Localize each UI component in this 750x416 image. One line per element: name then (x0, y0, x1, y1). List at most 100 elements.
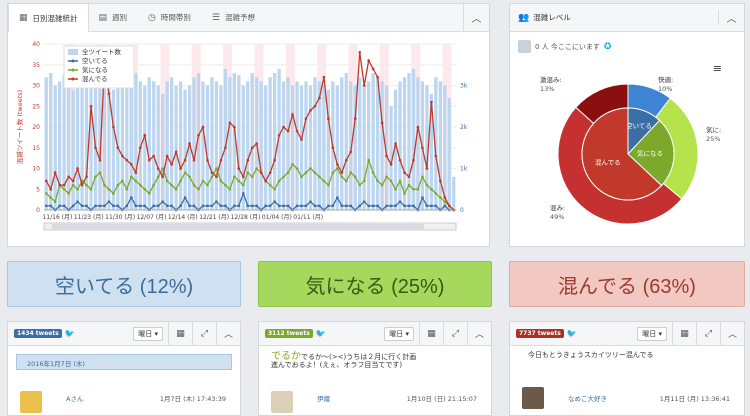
expand-icon[interactable]: ⤢ (192, 321, 216, 346)
series-point (161, 175, 164, 179)
series-point (344, 179, 348, 183)
tab-weekly[interactable]: ▤ 週別 (89, 4, 139, 31)
series-point (430, 204, 433, 208)
pie-outer-label: 気に: (706, 125, 721, 134)
tab-daily[interactable]: ▦ 日別混雑統計 (8, 4, 89, 32)
series-point (152, 154, 156, 158)
collapse-chevron-icon[interactable]: ︿ (216, 321, 240, 346)
series-point (434, 192, 438, 195)
series-point (371, 171, 375, 174)
series-point (192, 158, 196, 162)
series-point (322, 75, 326, 79)
bar-total (192, 77, 196, 210)
series-point (62, 183, 66, 187)
tweet-time: 1月7日 (木) 17:43:39 (159, 395, 226, 403)
series-point (403, 171, 406, 174)
series-point (170, 183, 173, 187)
series-point (98, 204, 102, 208)
collapse-chevron-icon[interactable]: ︿ (720, 321, 744, 346)
series-point (336, 167, 339, 170)
collapse-chevron-icon[interactable]: ︿ (718, 10, 744, 25)
series-point (62, 187, 66, 191)
y-axis-label: 混雑ツイート数 (tweets) (15, 90, 24, 164)
bar-total (259, 81, 263, 210)
series-point (340, 204, 344, 208)
grid-icon[interactable]: ▦ (419, 321, 443, 346)
series-point (416, 125, 420, 129)
x-tick-label: 11/30 (月) (105, 214, 135, 221)
y-tick-label: 10 (32, 166, 40, 173)
tab-hourly[interactable]: ◷ 時間帯別 (138, 4, 202, 31)
grid-icon[interactable]: ▦ (168, 321, 192, 346)
tab-forecast[interactable]: ☰ 混雑予想 (202, 4, 266, 31)
series-point (380, 121, 384, 125)
bar-total (120, 75, 125, 210)
collapse-chevron-icon[interactable]: ︿ (467, 321, 491, 346)
tweet-user[interactable]: 伊織 (317, 393, 330, 403)
grid-icon[interactable]: ▦ (672, 321, 696, 346)
series-point (304, 204, 308, 208)
series-point (85, 183, 88, 187)
series-point (201, 125, 205, 129)
series-point (188, 204, 191, 208)
x-tick-label: 01/11 (月) (293, 214, 323, 221)
stat-moderate: 気になる (25%) (258, 261, 492, 307)
series-point (233, 175, 236, 179)
pie-outer-label: 快適: (658, 75, 673, 84)
series-point (443, 196, 447, 199)
sort-select[interactable]: 曜日 ▾ (637, 326, 667, 341)
series-point (76, 200, 79, 203)
legend-label: 空いてる (82, 56, 108, 65)
series-point (143, 187, 147, 191)
series-point (268, 183, 272, 187)
series-point (425, 167, 429, 170)
bar-total (241, 85, 245, 210)
y-tick-label: 15 (32, 145, 40, 152)
sort-select[interactable]: 曜日 ▾ (133, 326, 163, 341)
level-panel: 👥 混雑レベル ︿ 0 人 今ここにいます ✪ ≡ 空いてる 気になる 混んでる 快適… (509, 3, 745, 247)
sort-select[interactable]: 曜日 ▾ (384, 326, 414, 341)
series-point (224, 146, 227, 150)
series-point (336, 196, 339, 199)
series-point (362, 200, 366, 203)
tweet-user[interactable]: なめこ大好き (568, 393, 607, 403)
moderate-column: 3112 tweets 🐦 曜日 ▾ ▦ ⤢ ︿ でるかでるか〜(><)うちは２… (258, 321, 492, 416)
tweet-time: 1月11日 (月) 13:36:41 (659, 395, 730, 403)
series-point (407, 175, 411, 179)
level-title: 混雑レベル (533, 13, 571, 22)
series-point (233, 125, 236, 129)
series-point (286, 204, 290, 208)
bar-total (264, 85, 268, 210)
series-point (295, 204, 299, 208)
series-point (403, 204, 406, 208)
tweet-user[interactable]: Aさん (66, 393, 83, 403)
series-point (340, 175, 344, 179)
series-point (291, 163, 294, 166)
series-point (277, 179, 281, 183)
series-point (179, 167, 182, 170)
series-point (134, 204, 138, 208)
avatar[interactable] (522, 387, 544, 409)
series-point (112, 125, 115, 129)
daily-chart: 0 5 10 15 20 25 30 35 40 0 1k 2k 3k 混雑ツイート数 (tweets) 1… (15, 41, 468, 231)
collapse-chevron-icon[interactable]: ︿ (463, 4, 489, 31)
bar-total (299, 85, 304, 210)
series-point (380, 183, 384, 187)
scrollbar-thumb (52, 224, 424, 229)
series-point (80, 204, 84, 208)
expand-icon[interactable]: ⤢ (696, 321, 720, 346)
bar-total (178, 81, 183, 210)
series-point (107, 187, 111, 191)
series-point (264, 204, 267, 208)
series-point (130, 196, 133, 199)
series-point (273, 200, 276, 203)
series-point (367, 204, 370, 208)
series-point (439, 179, 442, 183)
bar-total (134, 73, 138, 210)
bar-total (371, 73, 375, 210)
series-point (300, 204, 303, 208)
series-point (53, 200, 57, 203)
expand-icon[interactable]: ⤢ (443, 321, 467, 346)
series-point (421, 196, 424, 199)
legend-swatch (71, 77, 75, 81)
